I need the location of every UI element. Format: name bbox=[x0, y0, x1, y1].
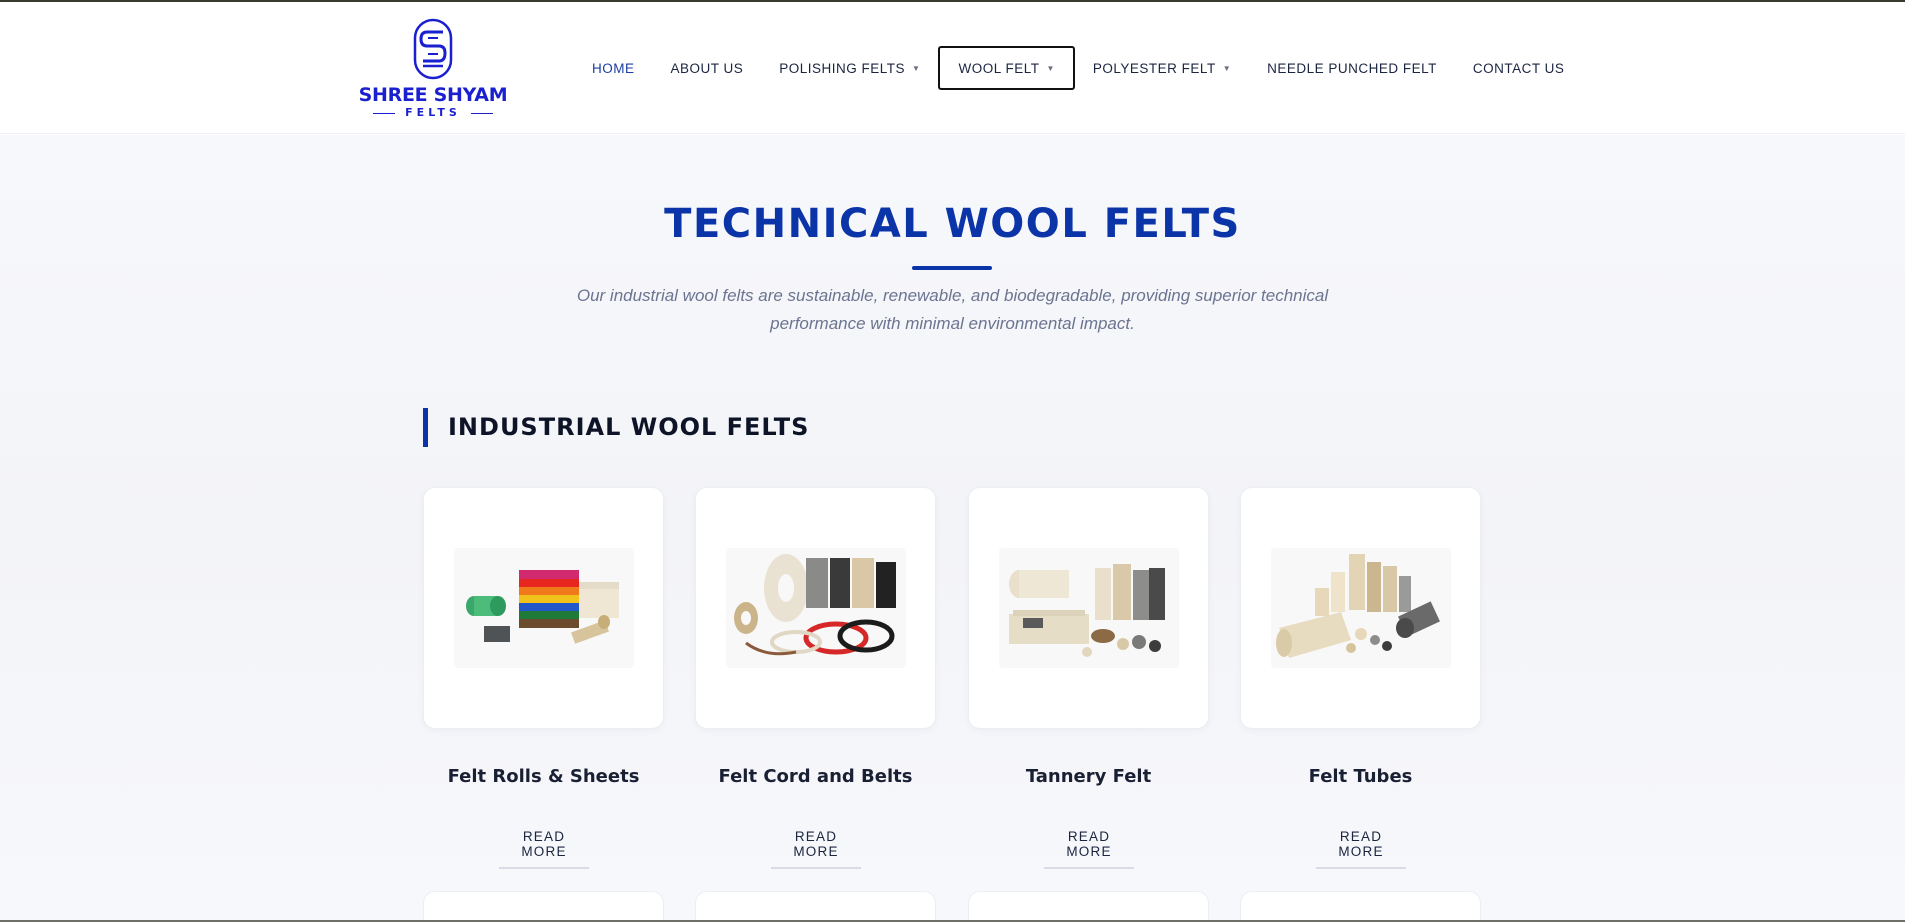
product-card[interactable] bbox=[1240, 891, 1481, 922]
nav-about-us[interactable]: ABOUT US bbox=[653, 46, 762, 90]
product-card[interactable] bbox=[695, 891, 936, 922]
read-more-link[interactable]: READ MORE bbox=[499, 829, 589, 869]
nav-needle-punched-felt-label: NEEDLE PUNCHED FELT bbox=[1267, 60, 1437, 76]
nav-polyester-felt[interactable]: POLYESTER FELT ▼ bbox=[1075, 46, 1249, 90]
intro-text: Our industrial wool felts are sustainabl… bbox=[570, 282, 1335, 338]
logo-monogram-icon bbox=[413, 18, 453, 80]
product-card[interactable] bbox=[968, 487, 1209, 729]
product-title[interactable]: Tannery Felt bbox=[968, 766, 1209, 787]
section-title: INDUSTRIAL WOOL FELTS bbox=[448, 413, 810, 441]
chevron-down-icon: ▼ bbox=[1222, 63, 1232, 73]
felt-rolls-sheets-image[interactable] bbox=[454, 548, 634, 668]
product-card[interactable] bbox=[1240, 487, 1481, 729]
nav-home[interactable]: HOME bbox=[574, 46, 653, 90]
product-title[interactable]: Felt Cord and Belts bbox=[695, 766, 936, 787]
logo-name: SHREE SHYAM bbox=[358, 84, 508, 106]
product-card[interactable] bbox=[423, 891, 664, 922]
nav-polishing-felts[interactable]: POLISHING FELTS ▼ bbox=[761, 46, 938, 90]
nav-wool-felt[interactable]: WOOL FELT ▼ bbox=[938, 46, 1075, 90]
main-nav: HOME ABOUT US POLISHING FELTS ▼ WOOL FELT… bbox=[574, 46, 1582, 90]
nav-home-label: HOME bbox=[592, 60, 635, 76]
title-divider bbox=[912, 266, 992, 270]
chevron-down-icon: ▼ bbox=[912, 63, 921, 73]
product-title[interactable]: Felt Tubes bbox=[1240, 766, 1481, 787]
read-more-link[interactable]: READ MORE bbox=[771, 829, 861, 869]
felt-tubes-image[interactable] bbox=[1271, 548, 1451, 668]
product-card[interactable] bbox=[695, 487, 936, 729]
product-card[interactable] bbox=[968, 891, 1209, 922]
nav-about-us-label: ABOUT US bbox=[670, 60, 744, 76]
page-title: TECHNICAL WOOL FELTS bbox=[664, 201, 1241, 247]
logo-tagline: FELTS bbox=[352, 106, 514, 119]
product-title[interactable]: Felt Rolls & Sheets bbox=[423, 766, 664, 787]
product-card[interactable] bbox=[423, 487, 664, 729]
intro-line-1: Our industrial wool felts are sustainabl… bbox=[576, 286, 1329, 305]
felt-cord-belts-image[interactable] bbox=[726, 548, 906, 668]
nav-wool-felt-label: WOOL FELT bbox=[958, 60, 1040, 76]
nav-contact-us[interactable]: CONTACT US bbox=[1455, 46, 1583, 90]
nav-polishing-felts-label: POLISHING FELTS bbox=[779, 60, 906, 76]
chevron-down-icon: ▼ bbox=[1046, 63, 1055, 73]
read-more-link[interactable]: READ MORE bbox=[1316, 829, 1406, 869]
logo[interactable]: SHREE SHYAM FELTS bbox=[352, 18, 514, 122]
main-content: TECHNICAL WOOL FELTS Our industrial wool… bbox=[0, 135, 1905, 922]
nav-contact-us-label: CONTACT US bbox=[1472, 60, 1565, 76]
nav-needle-punched-felt[interactable]: NEEDLE PUNCHED FELT bbox=[1249, 46, 1455, 90]
tannery-felt-image[interactable] bbox=[999, 548, 1179, 668]
site-header: SHREE SHYAM FELTS HOME ABOUT US POLISHIN… bbox=[0, 2, 1905, 134]
logo-tagline-text: FELTS bbox=[405, 106, 461, 119]
section-accent-bar bbox=[423, 408, 428, 447]
nav-polyester-felt-label: POLYESTER FELT bbox=[1092, 60, 1216, 76]
intro-line-2: performance with minimal environmental i… bbox=[770, 314, 1135, 333]
read-more-link[interactable]: READ MORE bbox=[1044, 829, 1134, 869]
